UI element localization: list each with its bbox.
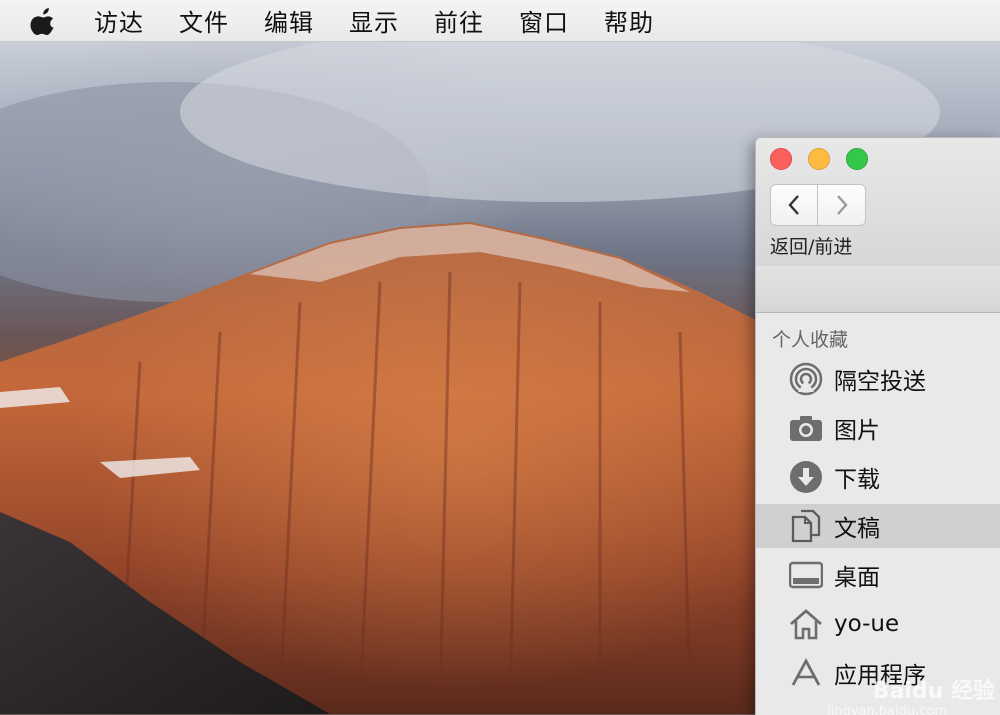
sidebar-item-airdrop[interactable]: 隔空投送 [756,357,1000,401]
applications-icon [788,655,824,691]
airdrop-icon [788,361,824,397]
chevron-right-icon [836,195,848,215]
menu-help[interactable]: 帮助 [604,3,654,38]
home-icon [788,606,824,642]
sidebar-item-home[interactable]: yo-ue [756,602,1000,646]
sidebar-section-favorites: 个人收藏 [772,329,849,351]
minimize-window-button[interactable] [808,148,830,170]
baidu-watermark-url: jingyan.baidu.com [827,704,947,715]
path-bar [756,266,1000,313]
menu-window[interactable]: 窗口 [519,3,569,38]
forward-button[interactable] [818,184,866,226]
sidebar-item-label: 隔空投送 [834,369,926,395]
camera-icon [788,410,824,446]
sidebar-item-label: yo-ue [834,611,900,637]
sidebar-item-label: 文稿 [834,516,880,542]
menu-bar: 访达 文件 编辑 显示 前往 窗口 帮助 [0,0,1000,42]
finder-window: 返回/前进 个人收藏 隔空投送 图片 下载 文稿 桌面 yo-ue 应用程序 B… [755,137,1000,715]
back-button[interactable] [770,184,818,226]
sidebar-item-documents[interactable]: 文稿 [756,504,1000,548]
sidebar-item-label: 桌面 [834,565,880,591]
apple-logo-icon[interactable] [30,6,58,36]
document-icon [788,508,824,544]
download-icon [788,459,824,495]
sidebar-item-label: 下载 [834,467,880,493]
menu-view[interactable]: 显示 [349,3,399,38]
sidebar-item-desktop[interactable]: 桌面 [756,553,1000,597]
menu-finder[interactable]: 访达 [94,3,144,38]
sidebar-item-label: 图片 [834,418,880,444]
sidebar-item-pictures[interactable]: 图片 [756,406,1000,450]
chevron-left-icon [788,195,799,215]
sidebar-item-downloads[interactable]: 下载 [756,455,1000,499]
close-window-button[interactable] [770,148,792,170]
menu-file[interactable]: 文件 [179,3,229,38]
window-toolbar: 返回/前进 [756,138,1000,267]
desktop-icon [788,557,824,593]
menu-go[interactable]: 前往 [434,3,484,38]
zoom-window-button[interactable] [846,148,868,170]
menu-edit[interactable]: 编辑 [264,3,314,38]
nav-caption: 返回/前进 [770,236,853,258]
baidu-watermark: Baidu 经验 [872,679,995,704]
sidebar: 个人收藏 隔空投送 图片 下载 文稿 桌面 yo-ue 应用程序 Baidu 经… [756,313,1000,715]
